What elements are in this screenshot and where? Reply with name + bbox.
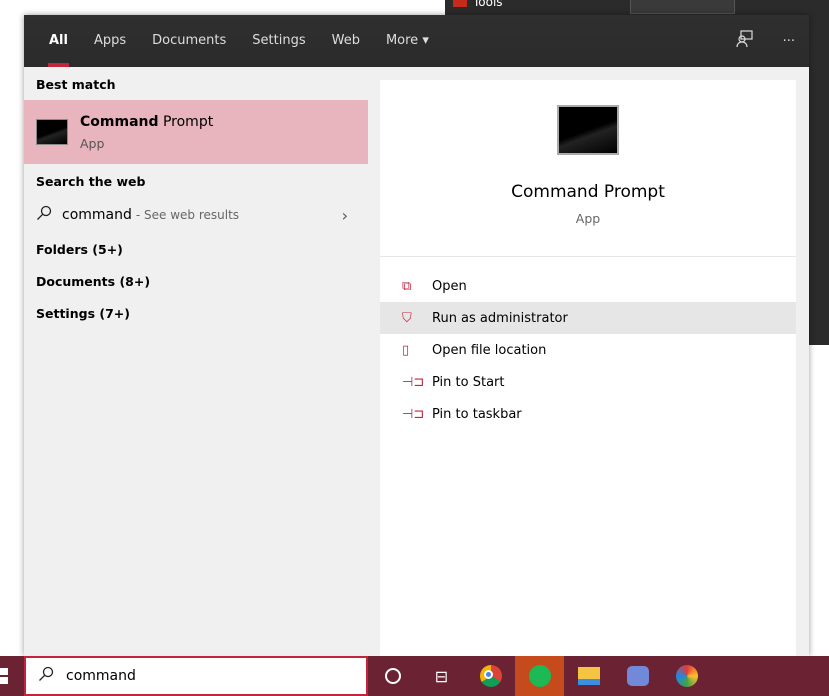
best-match-heading: Best match xyxy=(36,77,116,92)
web-suffix: - See web results xyxy=(135,208,240,222)
feedback-icon[interactable] xyxy=(735,30,753,52)
edge-canary-button[interactable] xyxy=(662,656,711,696)
action-run-as-administrator[interactable]: ⛉ Run as administrator xyxy=(380,302,796,334)
tools-menu-item: Tools xyxy=(453,0,503,9)
shield-icon: ⛉ xyxy=(402,310,412,326)
windows-icon xyxy=(0,668,8,684)
search-icon xyxy=(36,205,52,225)
task-view-button[interactable]: ⊟ xyxy=(417,656,466,696)
result-name-bold: Command xyxy=(80,113,159,130)
category-settings[interactable]: Settings (7+) xyxy=(24,297,368,329)
action-open-file-location[interactable]: ▯ Open file location xyxy=(380,334,796,366)
category-folders[interactable]: Folders (5+) xyxy=(24,233,368,265)
pin-icon: ⊣⊐ xyxy=(402,406,425,422)
task-view-icon: ⊟ xyxy=(434,666,449,686)
tab-settings[interactable]: Settings xyxy=(239,15,318,67)
discord-icon xyxy=(626,666,649,686)
result-name-rest: Prompt xyxy=(158,113,214,130)
file-location-icon: ▯ xyxy=(402,342,410,358)
folder-icon xyxy=(577,667,600,685)
action-open[interactable]: ⧉ Open xyxy=(380,270,796,302)
tab-documents[interactable]: Documents xyxy=(139,15,239,67)
start-search-panel: All Apps Documents Settings Web More ▾ ·… xyxy=(24,15,809,656)
tab-all[interactable]: All xyxy=(36,15,81,67)
result-type: App xyxy=(80,135,105,151)
spotify-icon xyxy=(528,665,551,687)
search-input[interactable]: command xyxy=(66,668,136,684)
preview-name: Command Prompt xyxy=(511,182,665,202)
category-documents[interactable]: Documents (8+) xyxy=(24,265,368,297)
search-web-heading: Search the web xyxy=(36,174,146,189)
edge-canary-icon xyxy=(675,665,698,687)
tab-more[interactable]: More ▾ xyxy=(373,15,442,67)
search-icon xyxy=(38,666,54,686)
chrome-button[interactable] xyxy=(466,656,515,696)
open-icon: ⧉ xyxy=(402,278,412,294)
preview-type: App xyxy=(575,211,601,226)
chrome-icon xyxy=(479,665,502,687)
preview-pane: Command Prompt App ⧉ Open ⛉ Run as adminis… xyxy=(380,80,796,656)
command-prompt-icon xyxy=(36,119,68,145)
cortana-button[interactable] xyxy=(368,656,417,696)
web-query: command xyxy=(62,207,132,223)
best-match-command-prompt[interactable]: Command Prompt App xyxy=(24,100,368,164)
discord-button[interactable] xyxy=(613,656,662,696)
tab-web[interactable]: Web xyxy=(319,15,373,67)
file-explorer-button[interactable] xyxy=(564,656,613,696)
spotify-button[interactable] xyxy=(515,656,564,696)
cortana-icon xyxy=(384,668,401,684)
start-button[interactable] xyxy=(0,656,24,696)
web-search-result[interactable]: command - See web results › xyxy=(24,197,368,233)
action-pin-to-taskbar[interactable]: ⊣⊐ Pin to taskbar xyxy=(380,398,796,430)
results-list: Best match Command Prompt App Search the… xyxy=(24,67,368,656)
tab-apps[interactable]: Apps xyxy=(81,15,139,67)
pin-icon: ⊣⊐ xyxy=(402,374,425,390)
background-context-menu xyxy=(630,0,735,14)
taskbar: command ⊟ xyxy=(0,656,829,696)
chevron-right-icon[interactable]: › xyxy=(342,206,348,225)
command-prompt-large-icon xyxy=(557,105,619,155)
more-options-icon[interactable]: ··· xyxy=(783,34,795,49)
taskbar-search-box[interactable]: command xyxy=(24,656,368,696)
action-pin-to-start[interactable]: ⊣⊐ Pin to Start xyxy=(380,366,796,398)
search-header: All Apps Documents Settings Web More ▾ ·… xyxy=(24,15,809,67)
